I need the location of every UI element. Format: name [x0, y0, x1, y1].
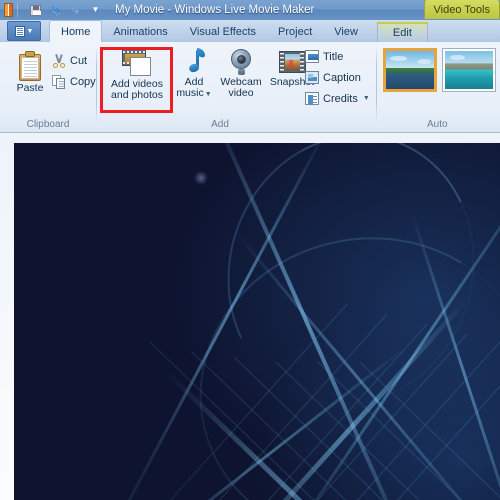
caption-button-label: Caption [323, 71, 361, 84]
paste-icon [17, 51, 43, 81]
snapshot-icon [278, 51, 306, 73]
chevron-down-icon[interactable]: ▼ [205, 91, 212, 98]
tab-edit[interactable]: Edit [376, 22, 428, 42]
add-music-icon [182, 47, 206, 75]
tab-home[interactable]: Home [49, 20, 103, 42]
movie-maker-window: ⤶ ⤷ ▼ My Movie - Windows Live Movie Make… [0, 0, 500, 500]
movie-maker-icon [4, 3, 13, 17]
ribbon-tab-strip: ▼ Home Animations Visual Effects Project… [0, 20, 500, 42]
ribbon-group-automovie-themes: Auto [377, 42, 500, 132]
undo-button[interactable]: ⤶ [48, 2, 63, 18]
cut-icon [52, 54, 66, 68]
caption-icon [305, 71, 319, 84]
add-videos-and-photos-label-line2: and photos [111, 89, 163, 101]
cut-button[interactable]: Cut [52, 54, 87, 68]
webcam-video-label-line2: video [228, 87, 254, 99]
title-button[interactable]: Title [305, 50, 343, 63]
contextual-tab-video-tools: Video Tools [423, 0, 500, 19]
copy-button[interactable]: Copy [52, 75, 96, 89]
redo-icon: ⤷ [71, 2, 80, 18]
paste-button[interactable]: Paste [8, 51, 52, 94]
tab-visual-effects[interactable]: Visual Effects [179, 22, 267, 42]
ribbon: Paste Cut Copy Clipboard Add videos and … [0, 42, 500, 133]
contextual-tabs: Edit [376, 20, 428, 42]
webcam-video-icon [228, 49, 254, 75]
add-music-button[interactable]: Add music▼ [173, 47, 215, 99]
video-preview-area[interactable] [14, 143, 500, 500]
ribbon-group-add-label: Add [211, 119, 229, 130]
save-icon [30, 4, 41, 16]
undo-icon: ⤶ [51, 2, 60, 18]
file-menu-icon [14, 25, 25, 37]
cut-button-label: Cut [70, 55, 88, 67]
ribbon-group-clipboard: Paste Cut Copy Clipboard [0, 42, 96, 132]
ribbon-group-clipboard-label: Clipboard [26, 119, 70, 130]
automovie-themes-gallery [383, 48, 496, 92]
quick-access-toolbar: ⤶ ⤷ ▼ [28, 2, 103, 18]
paste-button-label: Paste [16, 82, 44, 94]
save-button[interactable] [28, 3, 43, 18]
window-title: My Movie - Windows Live Movie Maker [115, 4, 315, 16]
preview-light-dot [194, 171, 208, 185]
credits-icon [305, 92, 319, 105]
ribbon-tabs: Home Animations Visual Effects Project V… [49, 20, 369, 42]
ribbon-group-add: Add videos and photos Add music▼ Webcam … [97, 42, 370, 132]
tab-view[interactable]: View [323, 22, 369, 42]
title-bar: ⤶ ⤷ ▼ My Movie - Windows Live Movie Make… [0, 0, 500, 21]
title-button-label: Title [323, 50, 344, 63]
copy-button-label: Copy [70, 76, 96, 88]
title-icon [305, 50, 319, 63]
add-music-label-line2: music [176, 87, 204, 99]
credits-button[interactable]: Credits ▼ [305, 92, 370, 105]
customize-quick-access-button[interactable]: ▼ [88, 3, 103, 18]
tab-animations[interactable]: Animations [102, 22, 178, 42]
chevron-down-icon: ▼ [26, 27, 34, 35]
redo-button[interactable]: ⤷ [68, 3, 83, 18]
add-videos-and-photos-button[interactable]: Add videos and photos [101, 49, 173, 101]
automovie-theme-1[interactable] [383, 48, 437, 92]
file-menu-button[interactable]: ▼ [7, 21, 41, 41]
tab-project[interactable]: Project [267, 22, 323, 42]
editor-stage [0, 133, 500, 500]
credits-button-label: Credits [323, 92, 358, 105]
copy-icon [52, 75, 66, 89]
caption-button[interactable]: Caption [305, 71, 361, 84]
chevron-down-icon: ▼ [91, 5, 100, 14]
titlebar-divider [17, 3, 18, 17]
automovie-theme-2[interactable] [442, 48, 496, 92]
webcam-video-button[interactable]: Webcam video [214, 49, 268, 99]
ribbon-group-automovie-themes-label: Auto [427, 119, 448, 130]
add-music-label-line2-row: music▼ [176, 88, 211, 99]
add-videos-and-photos-icon [122, 49, 152, 77]
chevron-down-icon[interactable]: ▼ [363, 95, 370, 102]
